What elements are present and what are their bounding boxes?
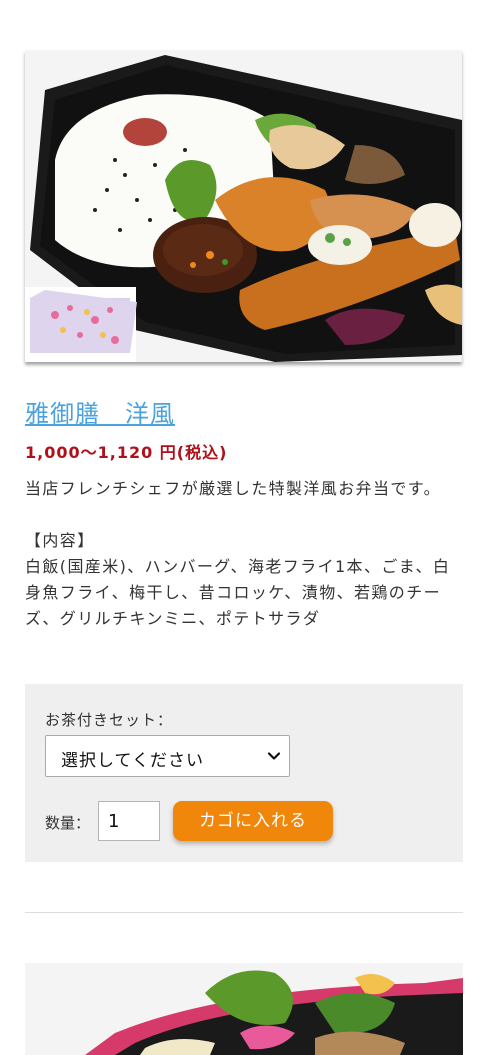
product-image[interactable]: [25, 50, 462, 362]
product-description: 当店フレンチシェフが厳選した特製洋風お弁当です。 【内容】 白飯(国産米)、ハン…: [25, 479, 451, 628]
quantity-label: 数量：: [45, 814, 91, 832]
quantity-value: 1: [108, 811, 120, 832]
tea-set-select[interactable]: 選択してください: [45, 735, 290, 777]
order-form: お茶付きセット： 選択してください 数量： 1 カゴに入れる: [25, 684, 463, 862]
product-divider: [25, 912, 463, 913]
next-bento-photo: [25, 963, 463, 1055]
quantity-input[interactable]: 1: [98, 801, 160, 841]
next-product-image[interactable]: [25, 963, 463, 1055]
product-title-link[interactable]: 雅御膳 洋風: [25, 394, 175, 429]
product-price: 1,000～1,120 円(税込): [25, 443, 228, 462]
chevron-down-icon: [267, 752, 281, 760]
tea-set-select-value: 選択してください: [61, 751, 204, 771]
page: 雅御膳 洋風 1,000～1,120 円(税込) 当店フレンチシェフが厳選した特…: [0, 0, 488, 1055]
bento-photo: [25, 50, 462, 362]
product-card: 雅御膳 洋風 1,000～1,120 円(税込) 当店フレンチシェフが厳選した特…: [25, 50, 463, 862]
add-to-cart-button[interactable]: カゴに入れる: [173, 801, 333, 841]
tea-set-label: お茶付きセット：: [45, 711, 174, 729]
